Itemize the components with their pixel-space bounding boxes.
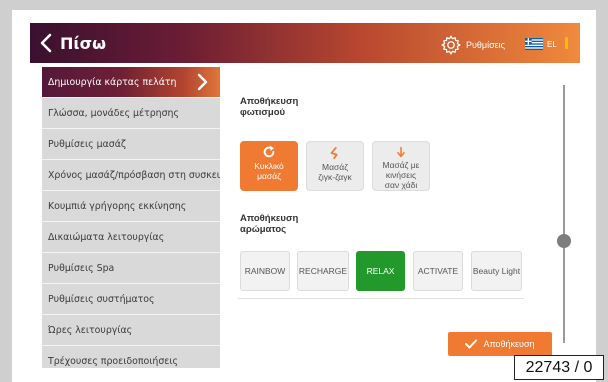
mode-label-line1: Κυκλικό	[254, 161, 284, 171]
scent-button-relax[interactable]: RELAX	[356, 251, 405, 291]
scent-button-recharge[interactable]: RECHARGE	[297, 251, 349, 291]
settings-button[interactable]: Ρυθμίσεις	[440, 34, 505, 56]
lighting-title-line1: Αποθήκευση	[240, 96, 299, 107]
sidebar-item-current-warnings[interactable]: Τρέχουσες προειδοποιήσεις	[42, 346, 220, 368]
sidebar-item-system-settings[interactable]: Ρυθμίσεις συστήματος	[42, 284, 220, 315]
scrollbar-track[interactable]	[563, 85, 565, 343]
language-selector[interactable]: EL	[525, 38, 557, 50]
mode-label-line2: ζιγκ-ζαγκ	[318, 172, 352, 182]
lighting-section-title: Αποθήκευση φωτισμού	[240, 96, 298, 118]
mode-button-zigzag[interactable]: Μασάζ ζιγκ-ζαγκ	[306, 141, 364, 191]
lighting-title-line2: φωτισμού	[240, 107, 286, 118]
settings-label: Ρυθμίσεις	[466, 40, 506, 50]
sidebar-item-label: Κουμπιά γρήγορης εκκίνησης	[48, 200, 187, 212]
counter-label: 22743 / 0	[514, 355, 604, 380]
back-label: Πίσω	[60, 33, 106, 53]
alert-icon[interactable]	[565, 37, 568, 49]
scent-label: RAINBOW	[244, 266, 286, 276]
language-label: EL	[547, 39, 557, 49]
chevron-left-icon	[40, 33, 52, 53]
greek-flag-icon	[525, 38, 543, 50]
scent-label: RECHARGE	[298, 266, 348, 276]
gear-icon	[441, 35, 461, 55]
chevron-right-icon	[197, 73, 208, 91]
sidebar-item-label: Ρυθμίσεις Spa	[48, 262, 115, 274]
sidebar-item-quick-start[interactable]: Κουμπιά γρήγορης εκκίνησης	[42, 191, 220, 222]
mode-label-line1: Μασάζ	[322, 162, 348, 172]
sidebar-item-massage-time[interactable]: Χρόνος μασάζ/πρόσβαση στη συσκευή	[42, 160, 220, 191]
scent-title-line2: αρώματος	[240, 224, 287, 235]
sidebar-item-language-units[interactable]: Γλώσσα, μονάδες μέτρησης	[42, 98, 220, 129]
save-label: Αποθήκευση	[483, 339, 535, 349]
scent-button-activate[interactable]: ACTIVATE	[413, 251, 463, 291]
sidebar-item-label: Δημιουργία κάρτας πελάτη	[48, 76, 177, 88]
mode-label-line1: Μασάζ με	[382, 160, 420, 170]
rotate-icon	[263, 145, 275, 158]
scent-button-beauty-light[interactable]: Beauty Light	[471, 251, 522, 291]
sidebar-item-label: Ρυθμίσεις μασάζ	[48, 138, 126, 150]
sidebar-item-spa-settings[interactable]: Ρυθμίσεις Spa	[42, 253, 220, 284]
mode-label-line2: μασάζ	[257, 171, 281, 181]
sidebar-item-massage-settings[interactable]: Ρυθμίσεις μασάζ	[42, 129, 220, 160]
scent-title-line1: Αποθήκευση	[240, 213, 299, 224]
sidebar-item-label: Χρόνος μασάζ/πρόσβαση στη συσκευή	[48, 169, 220, 181]
save-button[interactable]: Αποθήκευση	[448, 332, 552, 356]
panel-divider	[238, 298, 524, 299]
sidebar-item-label: Γλώσσα, μονάδες μέτρησης	[48, 107, 180, 119]
sidebar-item-label: Ώρες λειτουργίας	[48, 324, 133, 336]
sidebar-item-operating-hours[interactable]: Ώρες λειτουργίας	[42, 315, 220, 346]
scrollbar-thumb[interactable]	[557, 234, 571, 248]
sidebar-item-label: Τρέχουσες προειδοποιήσεις	[48, 355, 179, 367]
mode-label-line2: κινήσεις	[385, 170, 417, 180]
scent-label: Beauty Light	[472, 266, 521, 276]
sidebar-item-permissions[interactable]: Δικαιώματα λειτουργίας	[42, 222, 220, 253]
scent-section-title: Αποθήκευση αρώματος	[240, 213, 298, 235]
sidebar: Δημιουργία κάρτας πελάτη Γλώσσα, μονάδες…	[42, 67, 220, 368]
scent-label: RELAX	[366, 266, 395, 276]
sidebar-item-customer-card[interactable]: Δημιουργία κάρτας πελάτη	[42, 67, 220, 98]
checkmark-icon	[465, 339, 478, 349]
mode-button-caress[interactable]: Μασάζ με κινήσεις σαν χάδι	[372, 141, 430, 191]
mode-label-line3: σαν χάδι	[384, 180, 418, 190]
sidebar-item-label: Ρυθμίσεις συστήματος	[48, 293, 155, 305]
sidebar-item-label: Δικαιώματα λειτουργίας	[48, 231, 165, 243]
scent-button-rainbow[interactable]: RAINBOW	[240, 251, 290, 291]
back-button[interactable]: Πίσω	[40, 33, 106, 53]
zigzag-icon	[330, 146, 338, 160]
mode-button-circular[interactable]: Κυκλικό μασάζ	[240, 141, 298, 191]
scent-label: ACTIVATE	[417, 266, 459, 276]
arrow-down-icon	[397, 146, 405, 158]
